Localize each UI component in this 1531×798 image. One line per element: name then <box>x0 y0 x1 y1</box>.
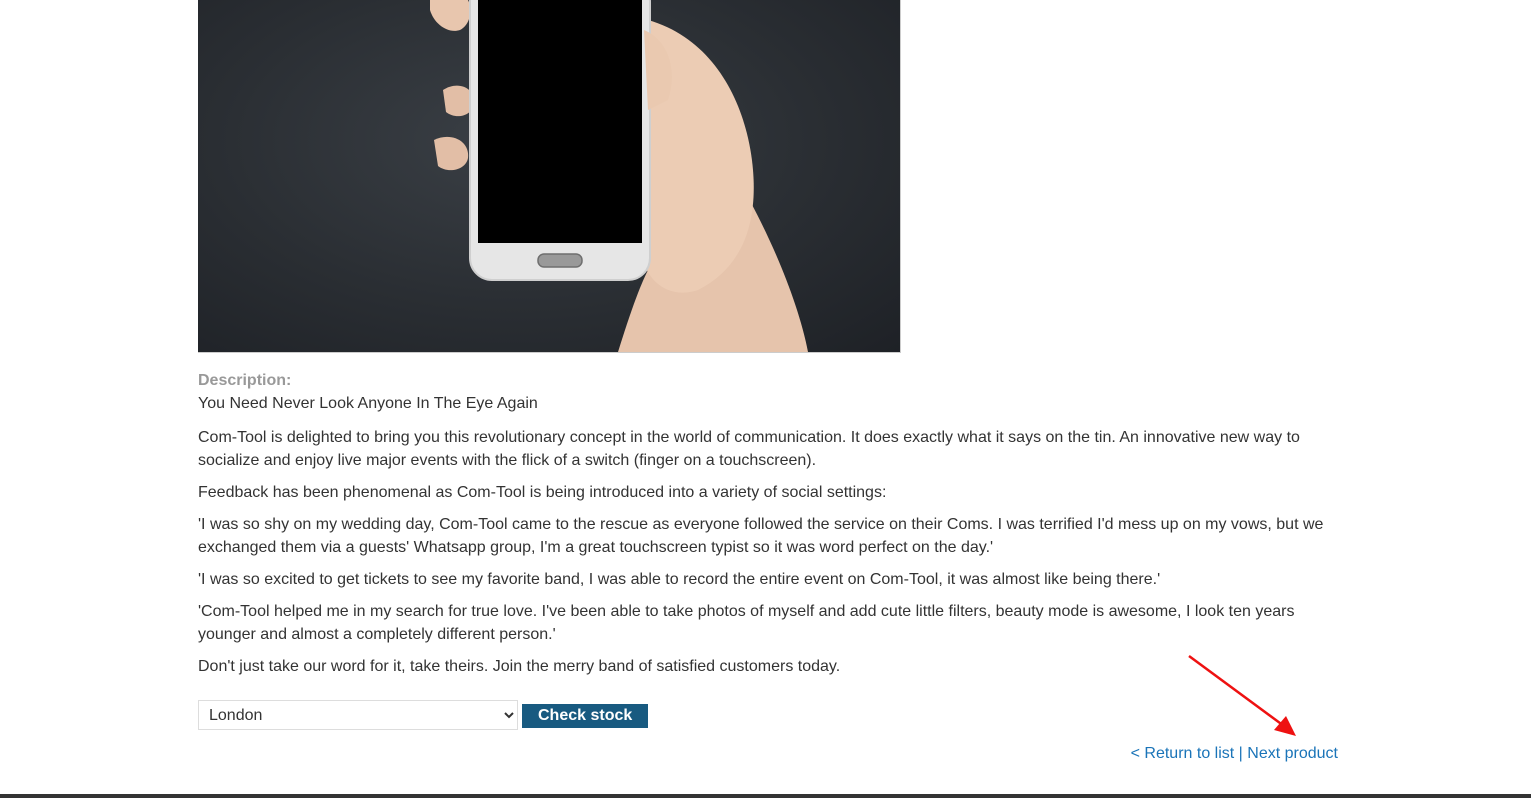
product-navigation: < Return to list | Next product <box>1131 745 1338 763</box>
nav-separator: | <box>1238 745 1243 762</box>
description-body: Com-Tool is delighted to bring you this … <box>198 426 1338 687</box>
testimonial-paragraph: 'I was so shy on my wedding day, Com-Too… <box>198 516 1324 556</box>
description-paragraph: Feedback has been phenomenal as Com-Tool… <box>198 484 887 501</box>
check-stock-button[interactable]: Check stock <box>522 704 649 728</box>
store-select[interactable]: London <box>198 700 518 730</box>
return-to-list-link[interactable]: < Return to list <box>1131 745 1235 762</box>
product-image <box>198 0 901 353</box>
next-product-link[interactable]: Next product <box>1247 745 1338 762</box>
testimonial-paragraph: 'I was so excited to get tickets to see … <box>198 571 1161 588</box>
description-headline: You Need Never Look Anyone In The Eye Ag… <box>198 395 538 412</box>
stock-check-form: London Check stock <box>198 700 649 730</box>
footer-bar <box>0 794 1531 798</box>
annotation-arrow-icon <box>1188 654 1296 736</box>
description-paragraph: Don't just take our word for it, take th… <box>198 658 841 675</box>
description-paragraph: Com-Tool is delighted to bring you this … <box>198 429 1300 469</box>
testimonial-paragraph: 'Com-Tool helped me in my search for tru… <box>198 603 1295 643</box>
description-label: Description: <box>198 372 292 389</box>
hand-holding-phone-icon <box>430 0 808 352</box>
